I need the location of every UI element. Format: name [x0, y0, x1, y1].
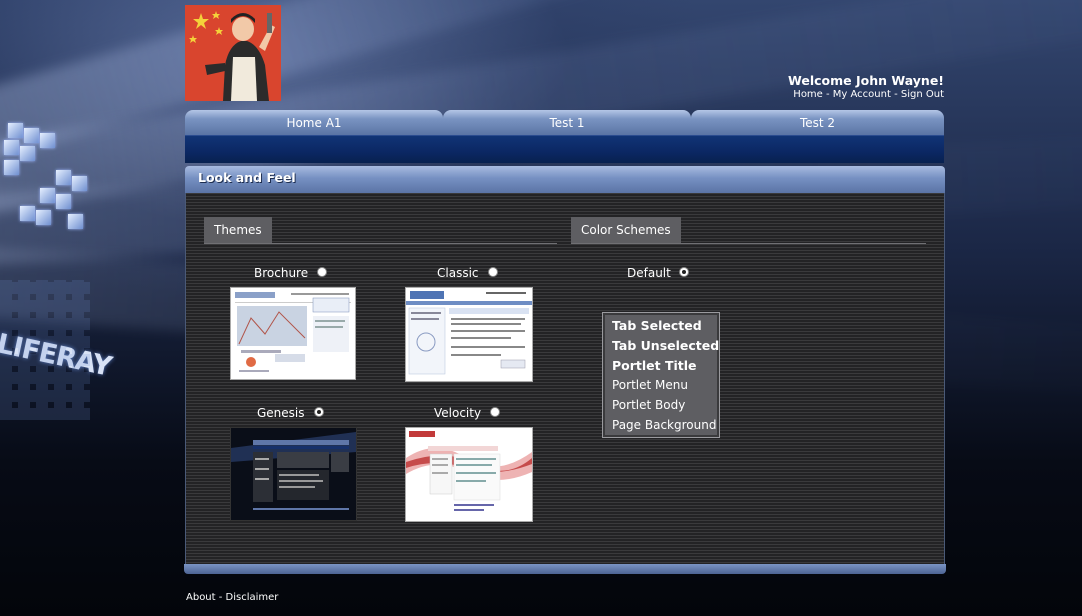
scheme-portlet-title: Portlet Title	[612, 358, 697, 373]
section-divider	[204, 243, 557, 244]
link-separator: -	[822, 89, 833, 100]
portlet-title: Look and Feel	[198, 170, 296, 185]
disclaimer-link[interactable]: Disclaimer	[226, 592, 279, 603]
theme-radio-classic[interactable]	[488, 267, 498, 277]
theme-label-genesis: Genesis	[257, 406, 305, 420]
theme-label-velocity: Velocity	[434, 406, 482, 420]
scheme-portlet-menu: Portlet Menu	[612, 378, 688, 392]
look-and-feel-portlet: Look and Feel Themes Color Schemes Broch…	[184, 166, 946, 575]
theme-radio-brochure[interactable]	[317, 267, 327, 277]
theme-radio-velocity[interactable]	[490, 407, 500, 417]
velocity-preview-image	[406, 431, 532, 511]
theme-label-brochure: Brochure	[254, 266, 309, 280]
welcome-message: Welcome John Wayne!	[788, 73, 944, 88]
brochure-preview-image	[235, 292, 351, 372]
themes-section-tab: Themes	[204, 217, 272, 243]
my-account-link[interactable]: My Account	[833, 89, 891, 100]
portlet-footer-bar	[184, 564, 946, 574]
tab-test-2[interactable]: Test 2	[691, 110, 944, 135]
genesis-preview-image	[231, 428, 356, 520]
sign-out-link[interactable]: Sign Out	[901, 89, 944, 100]
company-logo-image	[185, 5, 281, 101]
theme-thumbnail-brochure[interactable]	[230, 287, 356, 380]
account-links: Home - My Account - Sign Out	[793, 89, 944, 100]
portlet-body: Themes Color Schemes Brochure Classic Ge…	[185, 193, 945, 566]
color-scheme-label-default: Default	[627, 266, 671, 280]
theme-thumbnail-velocity[interactable]	[405, 427, 533, 522]
section-divider	[571, 243, 926, 244]
scheme-tab-selected: Tab Selected	[612, 318, 702, 333]
theme-thumbnail-genesis[interactable]	[230, 427, 357, 521]
color-scheme-radio-default[interactable]	[679, 267, 689, 277]
main-navigation: Home A1 Test 1 Test 2	[185, 110, 944, 163]
theme-thumbnail-classic[interactable]	[405, 287, 533, 382]
company-logo[interactable]	[185, 5, 281, 101]
tab-home-a1[interactable]: Home A1	[185, 110, 443, 135]
scheme-portlet-body: Portlet Body	[612, 398, 686, 412]
about-link[interactable]: About	[186, 592, 216, 603]
link-separator: -	[215, 592, 226, 603]
scheme-tab-unselected: Tab Unselected	[612, 338, 720, 353]
color-schemes-section-tab: Color Schemes	[571, 217, 681, 243]
tab-test-1[interactable]: Test 1	[443, 110, 691, 135]
theme-label-classic: Classic	[437, 266, 479, 280]
portlet-title-bar: Look and Feel	[185, 166, 945, 193]
home-link[interactable]: Home	[793, 89, 823, 100]
theme-radio-genesis[interactable]	[314, 407, 324, 417]
classic-preview-image	[406, 291, 532, 375]
scheme-page-background: Page Background	[612, 418, 717, 432]
logo-reflection	[0, 280, 90, 420]
footer-links: About - Disclaimer	[186, 592, 278, 603]
link-separator: -	[890, 89, 901, 100]
color-scheme-preview-default[interactable]: Tab Selected Tab Unselected Portlet Titl…	[602, 312, 720, 438]
nav-bar	[185, 135, 944, 163]
